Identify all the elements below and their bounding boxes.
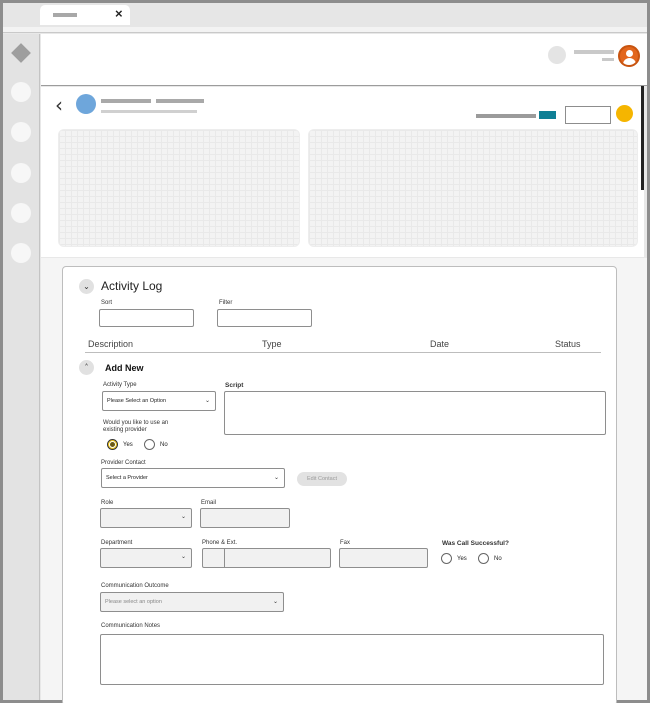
- existing-provider-no-label: No: [160, 442, 168, 448]
- user-name-placeholder: [574, 50, 614, 54]
- activity-log-panel: ⌄ Activity Log Sort Filter Description T…: [62, 266, 617, 703]
- user-icon[interactable]: [618, 45, 640, 67]
- role-label: Role: [101, 500, 114, 506]
- call-success-no-radio[interactable]: [478, 553, 489, 564]
- existing-provider-yes-label: Yes: [123, 442, 133, 448]
- summary-card-right: [308, 129, 638, 247]
- outcome-placeholder: Please select an option: [105, 599, 162, 605]
- call-success-label: Was Call Successful?: [442, 540, 509, 547]
- chevron-down-icon: ⌄: [180, 553, 186, 560]
- chevron-down-icon: ⌄: [204, 397, 210, 404]
- department-label: Department: [101, 540, 133, 546]
- outcome-label: Communication Outcome: [101, 583, 169, 589]
- script-label: Script: [225, 382, 244, 389]
- summary-card-left: [58, 129, 300, 247]
- chevron-down-icon: ⌄: [180, 513, 186, 520]
- chevron-down-icon: ⌄: [272, 598, 278, 605]
- column-header-description[interactable]: Description: [88, 339, 133, 349]
- phone-label: Phone & Ext.: [202, 540, 238, 546]
- activity-type-select[interactable]: Please Select an Option ⌄: [102, 391, 216, 411]
- add-new-title: Add New: [105, 363, 144, 373]
- sidebar-item-4[interactable]: [11, 203, 31, 223]
- chevron-down-icon: ⌄: [273, 474, 279, 481]
- toolbar: [3, 27, 647, 33]
- notification-icon[interactable]: [548, 46, 566, 64]
- sidebar-item-5[interactable]: [11, 243, 31, 263]
- filter-input[interactable]: [217, 309, 312, 327]
- phone-ext-field[interactable]: [202, 548, 225, 568]
- edit-contact-button[interactable]: Edit Contact: [297, 472, 347, 486]
- avatar-body: [623, 58, 636, 65]
- tab-strip: ×: [3, 3, 647, 27]
- close-icon[interactable]: ×: [115, 6, 123, 21]
- existing-provider-no-radio[interactable]: [144, 439, 155, 450]
- script-textarea[interactable]: [224, 391, 606, 435]
- activity-log-title: Activity Log: [101, 279, 163, 293]
- department-select[interactable]: ⌄: [100, 548, 192, 568]
- outcome-select[interactable]: Please select an option ⌄: [100, 592, 284, 612]
- record-avatar: [76, 94, 96, 114]
- tab-title-placeholder: [53, 13, 77, 17]
- sidebar: [3, 34, 40, 700]
- status-indicator[interactable]: [616, 105, 633, 122]
- sort-label: Sort: [101, 300, 113, 306]
- column-header-status[interactable]: Status: [555, 339, 581, 349]
- header-divider: [85, 352, 601, 353]
- scrollbar[interactable]: [641, 86, 644, 190]
- provider-select[interactable]: Select a Provider ⌄: [101, 468, 285, 488]
- status-text-placeholder: [476, 114, 536, 118]
- sort-input[interactable]: [99, 309, 194, 327]
- fax-field[interactable]: [339, 548, 428, 568]
- column-header-date[interactable]: Date: [430, 339, 449, 349]
- notes-textarea[interactable]: [100, 634, 604, 685]
- sidebar-item-1[interactable]: [11, 82, 31, 102]
- collapse-activity-log-button[interactable]: ⌄: [79, 279, 94, 294]
- provider-contact-label: Provider Contact: [101, 460, 146, 466]
- record-name-placeholder-2: [156, 99, 204, 103]
- header-input[interactable]: [565, 106, 611, 124]
- provider-select-value: Select a Provider: [106, 475, 148, 481]
- sidebar-item-3[interactable]: [11, 163, 31, 183]
- call-success-yes-label: Yes: [457, 556, 467, 562]
- filter-label: Filter: [219, 300, 233, 306]
- notes-label: Communication Notes: [101, 623, 161, 629]
- call-success-yes-radio[interactable]: [441, 553, 452, 564]
- user-role-placeholder: [602, 58, 614, 61]
- call-success-no-label: No: [494, 556, 502, 562]
- avatar-head: [626, 50, 633, 57]
- existing-provider-yes-radio[interactable]: [107, 439, 118, 450]
- role-select[interactable]: ⌄: [100, 508, 192, 528]
- email-label: Email: [201, 500, 217, 506]
- column-header-type[interactable]: Type: [262, 339, 282, 349]
- record-subtitle-placeholder: [101, 110, 197, 113]
- logo-icon[interactable]: [11, 43, 31, 63]
- record-summary: ‹: [41, 87, 644, 257]
- browser-tab[interactable]: ×: [40, 5, 130, 25]
- fax-label: Fax: [340, 540, 351, 546]
- email-field[interactable]: [200, 508, 290, 528]
- phone-field[interactable]: [224, 548, 331, 568]
- sidebar-item-2[interactable]: [11, 122, 31, 142]
- activity-type-value: Please Select an Option: [107, 398, 167, 404]
- activity-type-label: Activity Type: [103, 382, 137, 388]
- app-header: [41, 34, 647, 86]
- collapse-add-new-button[interactable]: ˄: [79, 360, 94, 375]
- record-name-placeholder: [101, 99, 151, 103]
- existing-provider-question: Would you like to use an existing provid…: [103, 420, 169, 433]
- status-badge: [539, 111, 556, 119]
- back-icon[interactable]: ‹: [55, 93, 63, 117]
